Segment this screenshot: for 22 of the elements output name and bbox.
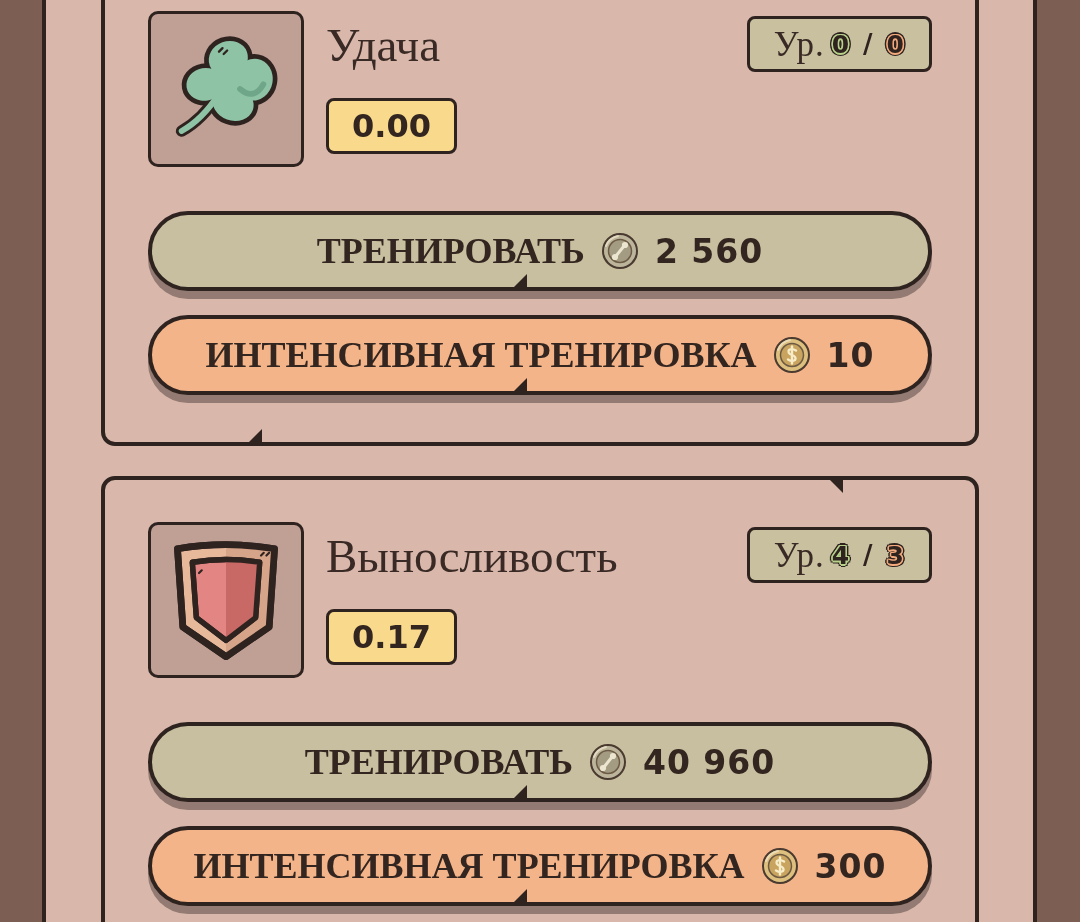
coin-icon xyxy=(772,336,811,374)
stat-title: Удача xyxy=(326,18,441,73)
level-prefix: Ур. xyxy=(773,537,825,573)
max-level: 3 xyxy=(885,542,905,568)
notch-icon xyxy=(249,429,262,442)
level-separator: / xyxy=(862,542,874,568)
current-level: 0 xyxy=(830,31,851,57)
stat-value: 0.00 xyxy=(326,98,457,154)
notch-icon xyxy=(514,889,527,902)
level-prefix: Ур. xyxy=(773,26,825,62)
coin-icon xyxy=(600,232,639,270)
coin-icon xyxy=(760,847,799,885)
stat-title: Выносливость xyxy=(326,529,618,584)
coin-icon xyxy=(588,743,627,781)
current-level: 4 xyxy=(830,542,851,568)
level-separator: / xyxy=(862,31,874,57)
max-level: 0 xyxy=(885,31,905,57)
stat-value: 0.17 xyxy=(326,609,457,665)
notch-icon xyxy=(514,785,527,798)
notch-icon xyxy=(830,480,843,493)
notch-icon xyxy=(514,378,527,391)
notch-icon xyxy=(514,274,527,287)
